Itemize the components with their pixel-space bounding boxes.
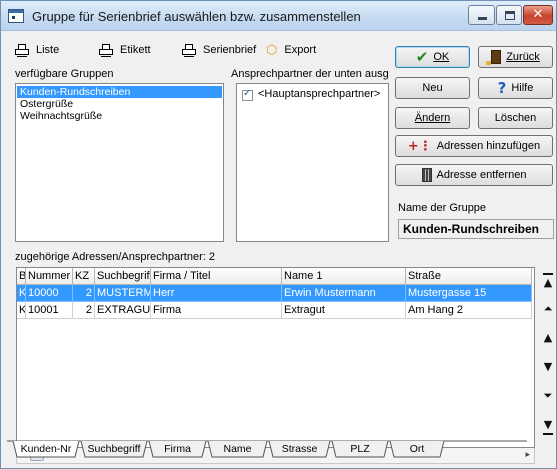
previous-record-button[interactable]: ▲	[541, 330, 555, 346]
tab-name[interactable]: Name	[208, 443, 267, 455]
address-count-label: zugehörige Adressen/Ansprechpartner: 2	[15, 251, 215, 263]
neu-button-label: Neu	[422, 82, 443, 94]
column-header[interactable]: Nummer	[26, 268, 73, 285]
toolbar-etikett-label: Etikett	[120, 44, 151, 56]
table-cell: Extragut	[282, 302, 406, 319]
table-cell: Am Hang 2	[406, 302, 532, 319]
table-cell: Herr	[151, 285, 282, 302]
table-row[interactable]: K 10001 2 EXTRAGUT Firma Extragut Am Hang 2	[17, 302, 532, 319]
trash-icon	[421, 168, 432, 182]
last-record-button[interactable]: ▼	[541, 417, 555, 435]
table-cell: 10001	[26, 302, 73, 319]
table-cell: 10000	[26, 285, 73, 302]
ok-button[interactable]: ✔ OK	[395, 46, 470, 68]
printer-icon	[15, 43, 29, 57]
sort-tabs: Kunden-Nr Suchbegriff Firma Name Strasse PLZ O…	[7, 440, 527, 459]
zurueck-button[interactable]: Zurück	[478, 46, 553, 68]
page-up-button[interactable]: ⏶	[541, 301, 555, 317]
add-address-icon: +⋮	[407, 138, 432, 154]
table-row[interactable]: K100002MUSTERMAHerrErwin MustermannMuste…	[17, 285, 532, 302]
checkmark-icon: ✔	[415, 48, 429, 66]
table-cell: Firma	[151, 302, 282, 319]
next-record-button[interactable]: ▼	[541, 359, 555, 375]
table-cell: EXTRAGUT	[95, 302, 151, 319]
table-cell: 2	[73, 302, 95, 319]
contacts-list[interactable]: <Hauptansprechpartner>	[236, 83, 389, 242]
toolbar-liste[interactable]: Liste	[15, 42, 59, 58]
column-header[interactable]: Firma / Titel	[151, 268, 282, 285]
group-list-item[interactable]: Ostergrüße	[17, 98, 222, 110]
loeschen-button-label: Löschen	[494, 112, 537, 124]
close-button[interactable]: ✕	[523, 5, 553, 25]
minimize-button[interactable]	[468, 5, 495, 25]
ok-button-label: OK	[433, 51, 450, 63]
contact-item-label: <Hauptansprechpartner>	[258, 88, 381, 100]
tab-ort[interactable]: Ort	[390, 443, 444, 455]
tab-plz[interactable]: PLZ	[332, 443, 388, 455]
tab-suchbegriff[interactable]: Suchbegriff	[81, 443, 147, 455]
column-header[interactable]: Suchbegriff	[95, 268, 151, 285]
printer-icon	[182, 43, 196, 57]
column-header[interactable]: Straße	[406, 268, 532, 285]
hilfe-button-label: Hilfe	[511, 82, 534, 94]
toolbar-serienbrief-label: Serienbrief	[203, 44, 257, 56]
window-icon	[8, 9, 24, 23]
door-exit-icon	[486, 50, 502, 65]
neu-button[interactable]: Neu	[395, 77, 470, 99]
table-cell: MUSTERMA	[95, 285, 151, 302]
table-cell: Mustergasse 15	[406, 285, 532, 302]
contact-checkbox[interactable]	[242, 88, 253, 101]
group-list-item[interactable]: Kunden-Rundschreiben	[17, 86, 222, 98]
group-list-item[interactable]: Weihnachtsgrüße	[17, 110, 222, 122]
maximize-button[interactable]	[496, 5, 522, 25]
export-icon: ⬡	[266, 42, 278, 57]
zurueck-button-label: Zurück	[506, 51, 540, 63]
toolbar-serienbrief[interactable]: Serienbrief	[182, 42, 256, 58]
group-name-field: Kunden-Rundschreiben	[398, 219, 554, 239]
table-header: B Nummer KZ Suchbegriff Firma / Titel Name 1S…	[17, 268, 532, 285]
column-header[interactable]: KZ	[73, 268, 95, 285]
first-record-button[interactable]: ▲	[541, 273, 555, 289]
dialog-window: Gruppe für Serienbrief auswählen bzw. zu…	[0, 0, 557, 469]
tab-firma[interactable]: Firma	[149, 443, 206, 455]
page-down-button[interactable]: ⏷	[541, 388, 555, 404]
table-cell: K	[17, 285, 26, 302]
adresse-entfernen-button[interactable]: Adresse entfernen	[395, 164, 553, 186]
close-icon: ✕	[532, 7, 544, 22]
aendern-button[interactable]: Ändern	[395, 107, 470, 129]
table-cell: Erwin Mustermann	[282, 285, 406, 302]
help-icon: ?	[497, 79, 507, 97]
toolbar-etikett[interactable]: Etikett	[99, 42, 151, 58]
aendern-button-label: Ändern	[414, 112, 451, 124]
column-header[interactable]: Name 1	[282, 268, 406, 285]
groups-list[interactable]: Kunden-Rundschreiben Ostergrüße Weihnachts…	[15, 83, 224, 242]
maximize-icon	[505, 11, 515, 20]
group-name-label: Name der Gruppe	[398, 202, 487, 214]
printer-icon	[99, 43, 113, 57]
loeschen-button[interactable]: Löschen	[478, 107, 553, 129]
column-header[interactable]: B	[17, 268, 26, 285]
adressen-hinzufuegen-label: Adressen hinzufügen	[436, 140, 541, 152]
tab-strasse[interactable]: Strasse	[269, 443, 330, 455]
toolbar-export[interactable]: ⬡ Export	[266, 42, 316, 58]
hilfe-button[interactable]: ? Hilfe	[478, 77, 553, 99]
toolbar-export-label: Export	[284, 44, 317, 56]
groups-label: verfügbare Gruppen	[15, 68, 114, 80]
table-cell: 2	[73, 285, 95, 302]
address-table[interactable]: B Nummer KZ Suchbegriff Firma / Titel Name 1S…	[16, 267, 535, 448]
title-bar[interactable]: Gruppe für Serienbrief auswählen bzw. zu…	[1, 1, 556, 31]
adresse-entfernen-label: Adresse entfernen	[436, 169, 527, 181]
adressen-hinzufuegen-button[interactable]: +⋮ Adressen hinzufügen	[395, 135, 553, 157]
toolbar-liste-label: Liste	[36, 44, 60, 56]
tab-kundennr[interactable]: Kunden-Nr	[13, 443, 79, 455]
window-title: Gruppe für Serienbrief auswählen bzw. zu…	[32, 9, 361, 24]
contacts-label: Ansprechpartner der unten ausg	[231, 68, 389, 80]
table-cell: K	[17, 302, 26, 319]
minimize-icon	[478, 17, 487, 20]
